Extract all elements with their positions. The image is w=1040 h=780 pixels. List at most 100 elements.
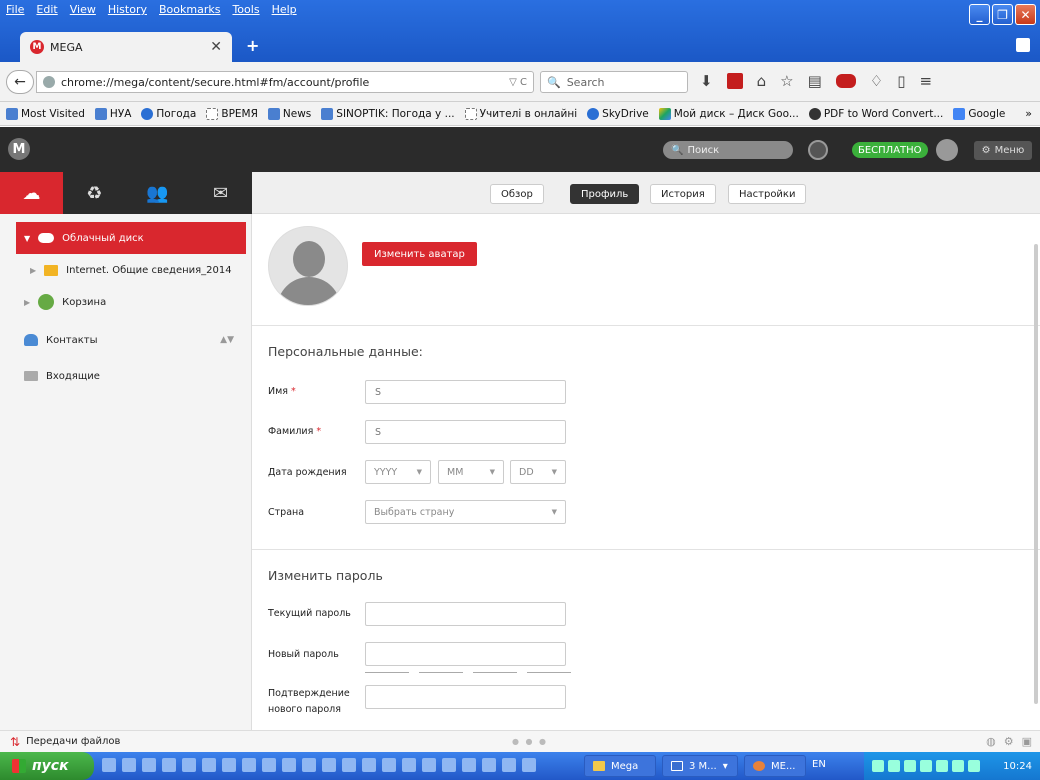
bookmark-pdf-to-word[interactable]: PDF to Word Convert... xyxy=(808,107,943,120)
quicklaunch-icon[interactable] xyxy=(142,758,156,772)
menu-help[interactable]: Help xyxy=(272,3,297,16)
change-avatar-button[interactable]: Изменить аватар xyxy=(362,242,477,266)
quicklaunch-icon[interactable] xyxy=(402,758,416,772)
plan-badge[interactable]: БЕСПЛАТНО xyxy=(852,142,928,158)
menu-history[interactable]: History xyxy=(108,3,147,16)
bookmark-nua[interactable]: НУА xyxy=(94,107,131,120)
hamburger-menu-icon[interactable]: ≡ xyxy=(919,72,932,90)
tab-rubbish-bin[interactable]: ♻ xyxy=(63,172,126,214)
bookmark-star-icon[interactable]: ☆ xyxy=(780,72,793,90)
confirm-password-field[interactable] xyxy=(365,685,566,709)
reload-icon[interactable]: ▽ C xyxy=(509,77,527,88)
quicklaunch-icon[interactable] xyxy=(442,758,456,772)
addon-icon[interactable]: ♢ xyxy=(870,72,883,90)
collapse-arrow-icon[interactable]: ▶ xyxy=(30,266,36,275)
birth-year-select[interactable]: YYYY ▼ xyxy=(365,460,431,484)
tray-icon[interactable] xyxy=(968,760,980,772)
quicklaunch-icon[interactable] xyxy=(222,758,236,772)
quicklaunch-icon[interactable] xyxy=(382,758,396,772)
tray-icon[interactable] xyxy=(936,760,948,772)
quicklaunch-icon[interactable] xyxy=(262,758,276,772)
bookmarks-list-icon[interactable]: ▤ xyxy=(808,72,822,90)
birth-day-select[interactable]: DD ▼ xyxy=(510,460,566,484)
quicklaunch-icon[interactable] xyxy=(522,758,536,772)
back-button[interactable]: ← xyxy=(6,70,34,94)
birth-month-select[interactable]: MM ▼ xyxy=(438,460,504,484)
bookmark-google[interactable]: Google xyxy=(953,107,1005,120)
bookmark-teachers[interactable]: Учителі в онлайні xyxy=(464,107,577,120)
last-name-field[interactable]: S xyxy=(365,420,566,444)
bookmark-pogoda[interactable]: Погода xyxy=(141,107,196,120)
minimize-button[interactable]: _ xyxy=(969,4,990,25)
drag-handle-icon[interactable]: ● ● ● xyxy=(512,737,548,746)
sidebar-item-inbox[interactable]: Входящие xyxy=(16,360,246,392)
sidebar-item-cloud-drive[interactable]: ▼ Облачный диск xyxy=(16,222,246,254)
quicklaunch-icon[interactable] xyxy=(162,758,176,772)
tab-inbox[interactable]: ✉ xyxy=(189,172,252,214)
tab-settings[interactable]: Настройки xyxy=(728,184,807,204)
quicklaunch-icon[interactable] xyxy=(202,758,216,772)
bookmark-news[interactable]: News xyxy=(267,107,311,120)
menu-tools[interactable]: Tools xyxy=(232,3,259,16)
bookmark-skydrive[interactable]: SkyDrive xyxy=(587,107,649,120)
restore-button[interactable]: ❐ xyxy=(992,4,1013,25)
taskbar-item-firefox[interactable]: ME... xyxy=(744,755,806,777)
cloud-status-icon[interactable] xyxy=(808,140,828,160)
window-icon[interactable]: ▣ xyxy=(1022,735,1032,748)
user-avatar[interactable] xyxy=(936,139,958,161)
tab-overview[interactable]: Обзор xyxy=(490,184,544,204)
quicklaunch-icon[interactable] xyxy=(182,758,196,772)
vertical-scrollbar[interactable] xyxy=(1034,244,1038,704)
language-indicator[interactable]: EN xyxy=(812,759,826,770)
download-icon[interactable]: ⬇ xyxy=(700,72,713,90)
menu-file[interactable]: File xyxy=(6,3,24,16)
sidebar-item-rubbish-bin[interactable]: ▶ Корзина xyxy=(16,286,246,318)
bookmark-vremya[interactable]: ВРЕМЯ xyxy=(206,107,258,120)
transfers-bar[interactable]: ⇅ Передачи файлов ● ● ● ◍ ⚙ ▣ xyxy=(0,730,1040,752)
browser-tab-mega[interactable]: M MEGA ✕ xyxy=(20,32,232,62)
url-bar[interactable]: chrome://mega/content/secure.html#fm/acc… xyxy=(36,71,534,93)
adblock-icon[interactable] xyxy=(835,74,856,88)
quicklaunch-icon[interactable] xyxy=(102,758,116,772)
sort-icon[interactable]: ▲▼ xyxy=(220,335,234,345)
bookmarks-overflow-icon[interactable]: » xyxy=(1025,107,1032,120)
new-tab-button[interactable]: + xyxy=(246,36,259,55)
new-password-field[interactable] xyxy=(365,642,566,666)
addon-red-icon[interactable] xyxy=(726,73,743,89)
taskbar-item-mega-folder[interactable]: Mega xyxy=(584,755,656,777)
settings-icon[interactable]: ⚙ xyxy=(1004,735,1014,748)
mega-menu-button[interactable]: ⚙ Меню xyxy=(974,141,1032,160)
quicklaunch-icon[interactable] xyxy=(282,758,296,772)
sidebar-item-contacts[interactable]: Контакты ▲▼ xyxy=(16,324,246,356)
sidebar-item-folder[interactable]: ▶ Internet. Общие сведения_2014 xyxy=(16,254,246,286)
tab-list-icon[interactable] xyxy=(1016,38,1030,52)
quicklaunch-icon[interactable] xyxy=(502,758,516,772)
collapse-arrow-icon[interactable]: ▶ xyxy=(24,298,30,307)
quicklaunch-icon[interactable] xyxy=(422,758,436,772)
clipboard-icon[interactable]: ▯ xyxy=(897,72,905,90)
tab-history[interactable]: История xyxy=(650,184,716,204)
quicklaunch-icon[interactable] xyxy=(322,758,336,772)
start-button[interactable]: пуск xyxy=(0,752,94,780)
tray-icon[interactable] xyxy=(920,760,932,772)
volume-icon[interactable] xyxy=(904,760,916,772)
quicklaunch-icon[interactable] xyxy=(122,758,136,772)
quicklaunch-icon[interactable] xyxy=(242,758,256,772)
tray-icon[interactable] xyxy=(952,760,964,772)
mega-search-input[interactable]: 🔍 Поиск xyxy=(663,141,793,159)
menu-edit[interactable]: Edit xyxy=(36,3,57,16)
quicklaunch-icon[interactable] xyxy=(362,758,376,772)
tab-cloud-drive[interactable]: ☁ xyxy=(0,172,63,214)
browser-search-input[interactable]: 🔍 Search xyxy=(540,71,688,93)
site-identity-icon[interactable] xyxy=(43,76,55,88)
quicklaunch-icon[interactable] xyxy=(482,758,496,772)
home-icon[interactable]: ⌂ xyxy=(757,72,767,90)
taskbar-item-word[interactable]: 3 M... ▾ xyxy=(662,755,738,777)
first-name-field[interactable]: S xyxy=(365,380,566,404)
tray-icon[interactable] xyxy=(888,760,900,772)
tab-contacts[interactable]: 👥 xyxy=(126,172,189,214)
clock[interactable]: 10:24 xyxy=(1003,761,1032,772)
tab-profile[interactable]: Профиль xyxy=(570,184,640,204)
quicklaunch-icon[interactable] xyxy=(342,758,356,772)
tab-close-icon[interactable]: ✕ xyxy=(210,39,222,55)
